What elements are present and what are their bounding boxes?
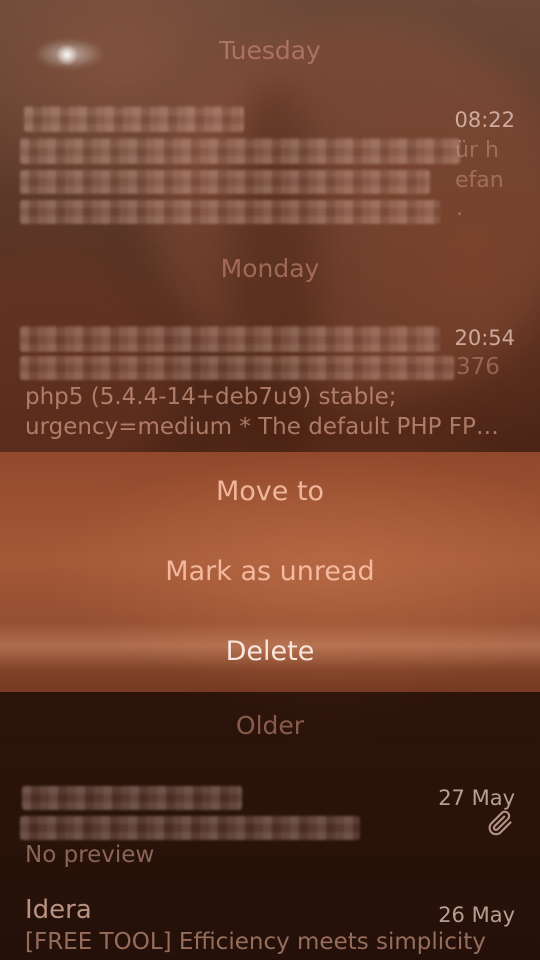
- message-time: 20:54: [454, 326, 515, 350]
- paperclip-icon: [488, 810, 512, 836]
- message-item[interactable]: 27 May No preview: [0, 776, 540, 876]
- subject-fragment: 376: [456, 354, 500, 380]
- message-preview-line: php5 (5.4.4-14+deb7u9) stable;: [25, 384, 397, 410]
- message-item[interactable]: 08:22 ür h efan .: [0, 96, 540, 236]
- redacted-preview-line: [20, 170, 430, 194]
- context-menu: Move to Mark as unread Delete: [0, 452, 540, 692]
- subject-fragment: ür h: [455, 138, 499, 163]
- preview-fragment: .: [456, 196, 463, 221]
- menu-item-mark-as-unread[interactable]: Mark as unread: [0, 532, 540, 612]
- message-preview: [FREE TOOL] Efficiency meets simplicity: [25, 929, 486, 955]
- redacted-sender: [20, 326, 440, 352]
- message-time: 08:22: [454, 108, 515, 132]
- menu-item-delete[interactable]: Delete: [0, 612, 540, 692]
- redacted-preview-line: [20, 200, 440, 224]
- menu-item-move-to[interactable]: Move to: [0, 452, 540, 532]
- redacted-sender: [22, 786, 242, 810]
- section-header-tuesday: Tuesday: [219, 36, 321, 65]
- redacted-subject: [20, 356, 454, 380]
- preview-fragment: efan: [455, 168, 504, 193]
- message-sender: Idera: [25, 895, 92, 925]
- email-list-screen: Tuesday 08:22 ür h efan . Monday 20:54 3…: [0, 0, 540, 960]
- redacted-subject: [20, 138, 460, 164]
- message-time: 27 May: [438, 786, 515, 810]
- message-time: 26 May: [438, 903, 515, 927]
- message-preview-line: urgency=medium * The default PHP FP…: [25, 414, 499, 440]
- section-header-monday: Monday: [220, 254, 320, 283]
- redacted-subject: [20, 816, 360, 840]
- message-item[interactable]: 20:54 376 php5 (5.4.4-14+deb7u9) stable;…: [0, 318, 540, 448]
- message-item[interactable]: Idera 26 May [FREE TOOL] Efficiency meet…: [0, 893, 540, 960]
- redacted-sender: [24, 106, 244, 132]
- section-header-older: Older: [235, 711, 305, 740]
- message-preview: No preview: [25, 842, 155, 868]
